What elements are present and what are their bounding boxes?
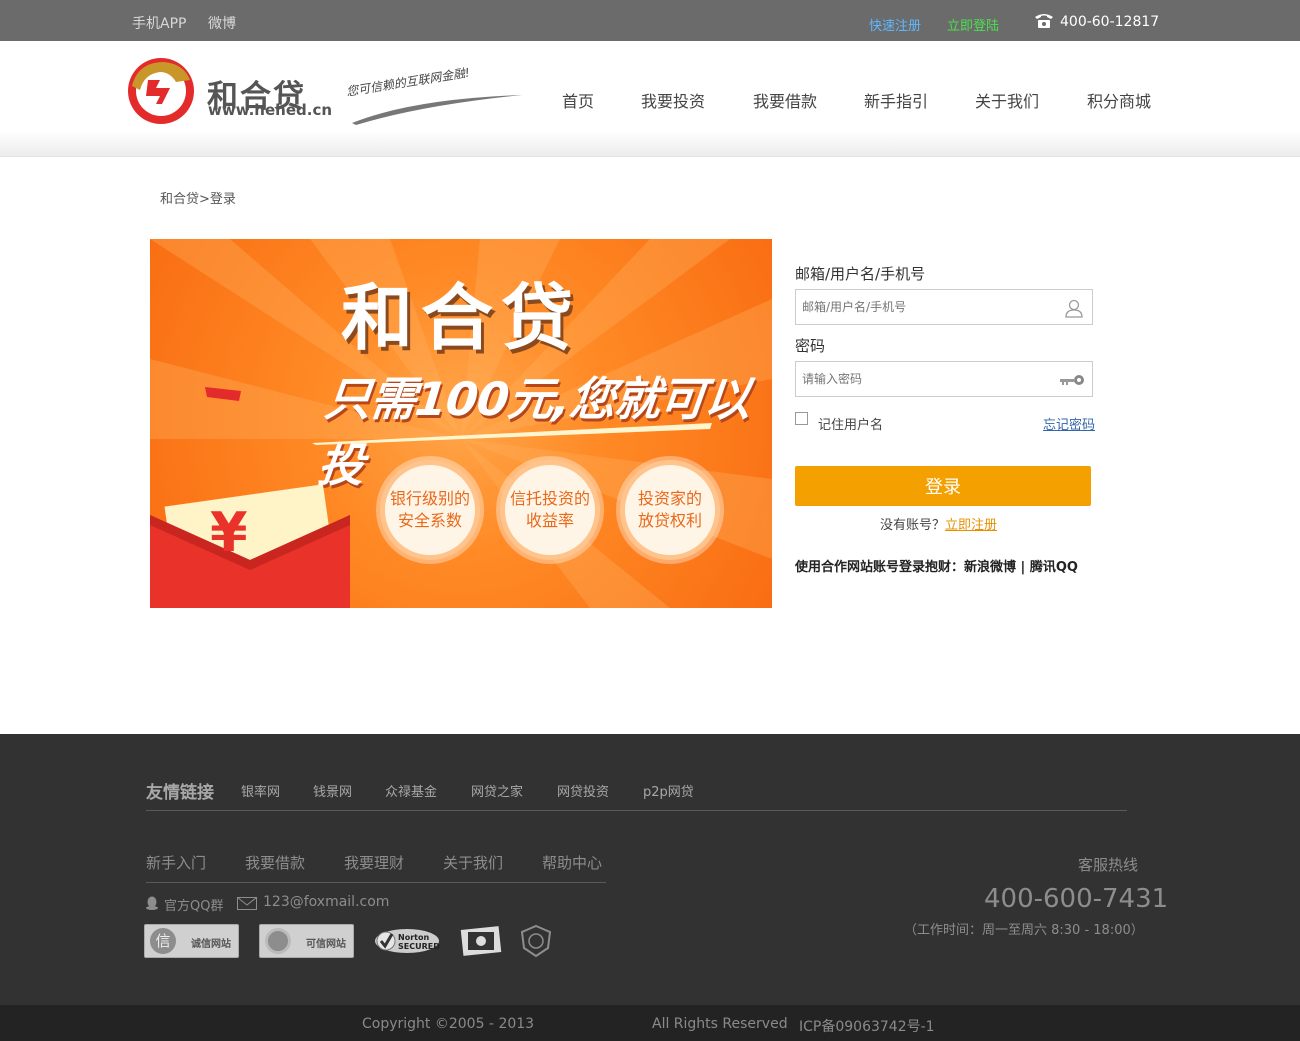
badge-label: 诚信网站 — [191, 939, 231, 950]
quick-register-link[interactable]: 快速注册 — [869, 15, 921, 34]
banner-underline — [312, 423, 712, 445]
banner-title: 和合贷 — [340, 276, 581, 360]
copyright-bar: Copyright ©2005 - 2013 All Rights Reserv… — [0, 1005, 1300, 1041]
feature-line: 放贷权利 — [637, 511, 702, 530]
phone-icon — [1035, 14, 1053, 28]
footer-nav-divider — [146, 882, 606, 883]
feature-line: 信托投资的 — [509, 489, 590, 508]
weibo-link[interactable]: 微博 — [208, 13, 236, 33]
logo-icon[interactable] — [126, 56, 196, 126]
feature-line: 银行级别的 — [389, 489, 470, 508]
footer-divider — [146, 810, 1127, 811]
username-label: 邮箱/用户名/手机号 — [795, 265, 926, 283]
friend-link[interactable]: 银率网 — [241, 781, 280, 800]
breadcrumb[interactable]: 和合贷>登录 — [160, 188, 236, 207]
login-now-link[interactable]: 立即登陆 — [947, 15, 999, 34]
credit-icon: 信 — [150, 928, 176, 954]
no-account-text: 没有账号？立即注册 — [880, 514, 997, 533]
register-now-link[interactable]: 立即注册 — [945, 518, 997, 533]
feature-line: 收益率 — [525, 511, 574, 530]
qq-penguin-icon — [146, 896, 158, 910]
red-envelope — [150, 485, 350, 608]
key-icon — [1060, 375, 1084, 385]
rights-text: All Rights Reserved — [652, 1016, 788, 1032]
nav-borrow[interactable]: 我要借款 — [753, 88, 817, 112]
feature-badge-yield: 信托投资的 收益率 — [500, 460, 600, 560]
top-phone-number: 400-60-12817 — [1060, 14, 1160, 30]
footer-nav-beginner[interactable]: 新手入门 — [146, 852, 206, 873]
friend-link[interactable]: p2p网贷 — [643, 781, 694, 800]
friend-link[interactable]: 网贷之家 — [471, 781, 523, 800]
badge-label: Norton SECURED — [398, 933, 440, 951]
qq-group-link[interactable]: 官方QQ群 — [164, 895, 223, 914]
password-label: 密码 — [795, 337, 826, 355]
nav-home[interactable]: 首页 — [562, 88, 594, 112]
footer-nav-help[interactable]: 帮助中心 — [542, 852, 602, 873]
qq-login-link[interactable]: 腾讯QQ — [1030, 560, 1078, 575]
hotline-number: 400-600-7431 — [984, 884, 1169, 914]
shield-icon[interactable] — [520, 924, 552, 958]
partner-login: 使用合作网站账号登录抱财：新浪微博 | 腾讯QQ — [795, 556, 1078, 575]
credit-site-badge[interactable]: 信 诚信网站 — [144, 924, 239, 958]
mail-icon — [237, 897, 257, 910]
user-icon — [1065, 299, 1083, 318]
icp-link[interactable]: ICP备09063742号-1 — [799, 1016, 935, 1036]
footer-nav-about[interactable]: 关于我们 — [443, 852, 503, 873]
footer-nav-borrow[interactable]: 我要借款 — [245, 852, 305, 873]
friend-link[interactable]: 网贷投资 — [557, 781, 609, 800]
friend-links-title: 友情链接 — [146, 783, 214, 803]
header: 和合贷 www.hehed.cn 您可信赖的互联网金融! 首页 我要投资 我要借… — [0, 41, 1300, 157]
nav-points-mall[interactable]: 积分商城 — [1087, 88, 1151, 112]
feature-line: 投资家的 — [637, 489, 702, 508]
working-hours: （工作时间：周一至周六 8:30 - 18:00） — [904, 923, 1144, 938]
partner-login-label: 使用合作网站账号登录抱财： — [795, 560, 965, 575]
nav-guide[interactable]: 新手指引 — [864, 88, 928, 112]
police-badge-icon[interactable] — [460, 924, 502, 958]
currency-symbol: ¥ — [210, 501, 248, 564]
username-input[interactable] — [796, 290, 1056, 324]
logo-url: www.hehed.cn — [208, 101, 333, 119]
feature-badge-rights: 投资家的 放贷权利 — [620, 460, 720, 560]
partner-separator: | — [1016, 560, 1030, 575]
nav-about[interactable]: 关于我们 — [975, 88, 1039, 112]
footer: 友情链接 银率网 钱景网 众禄基金 网贷之家 网贷投资 p2p网贷 新手入门 我… — [0, 734, 1300, 1005]
trusted-site-badge[interactable]: 可信网站 — [259, 924, 354, 958]
login-button[interactable]: 登录 — [795, 466, 1091, 506]
mobile-app-link[interactable]: 手机APP — [132, 13, 186, 33]
friend-link[interactable]: 钱景网 — [313, 781, 352, 800]
remember-checkbox[interactable] — [795, 412, 808, 425]
remember-label: 记住用户名 — [818, 418, 884, 433]
trusted-icon — [265, 928, 291, 954]
email-link[interactable]: 123@foxmail.com — [263, 894, 389, 910]
forgot-password-link[interactable]: 忘记密码 — [1043, 414, 1095, 433]
copyright-text: Copyright ©2005 - 2013 — [362, 1016, 535, 1032]
nav-invest[interactable]: 我要投资 — [641, 88, 705, 112]
weibo-login-link[interactable]: 新浪微博 — [964, 560, 1016, 575]
friend-link[interactable]: 众禄基金 — [385, 781, 437, 800]
hotline-label: 客服热线 — [1078, 856, 1139, 874]
feature-line: 安全系数 — [397, 511, 462, 530]
promo-banner[interactable]: 和合贷 只需100元,您就可以投 ¥ 银行级别的 安全系数 信托投资的 收益率 投资… — [150, 239, 772, 608]
no-account-label: 没有账号？ — [880, 518, 946, 533]
feature-badge-security: 银行级别的 安全系数 — [380, 460, 480, 560]
top-bar: 手机APP 微博 快速注册 立即登陆 400-60-12817 — [0, 0, 1300, 41]
password-input[interactable] — [796, 362, 1056, 396]
banner-flag — [205, 387, 241, 401]
norton-badge[interactable]: Norton SECURED — [374, 924, 440, 958]
badge-label: 可信网站 — [306, 939, 346, 950]
password-field-box — [795, 361, 1093, 397]
footer-nav-finance[interactable]: 我要理财 — [344, 852, 404, 873]
username-field-box — [795, 289, 1093, 325]
slogan-swoosh — [352, 95, 522, 125]
